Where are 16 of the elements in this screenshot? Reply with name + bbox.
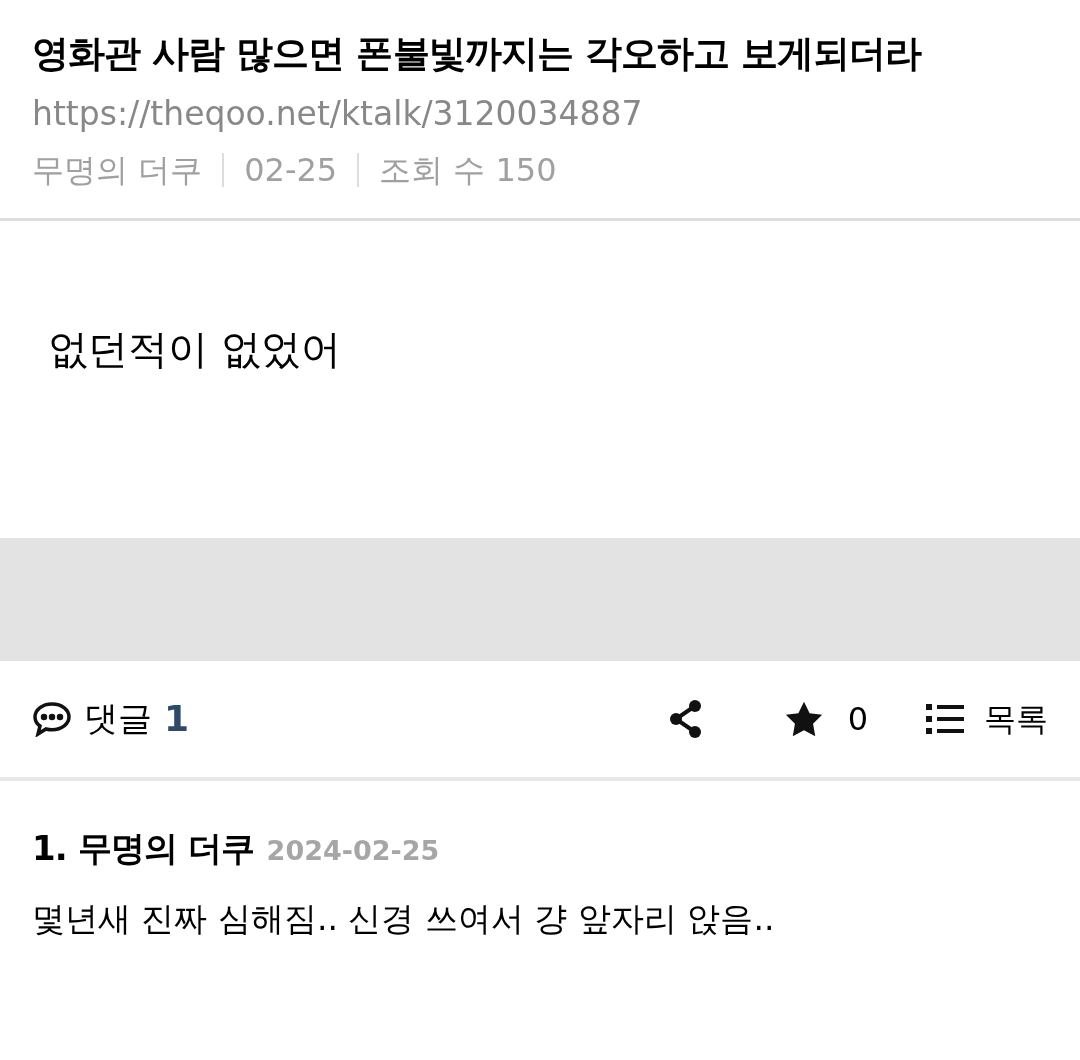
share-icon[interactable] bbox=[667, 698, 704, 739]
comments-label[interactable]: 댓글 bbox=[84, 693, 152, 745]
comment-icon bbox=[32, 700, 72, 737]
post-meta: 02-25 bbox=[244, 149, 338, 190]
comment-text: 몇년새 진짜 심해짐.. 신경 쓰여서 걍 앞자리 앉음.. bbox=[32, 897, 776, 940]
post-body: 없던적이 없었어 bbox=[48, 324, 342, 374]
list-icon[interactable] bbox=[926, 702, 964, 735]
post-url[interactable]: https://theqoo.net/ktalk/3120034887 bbox=[32, 92, 1048, 134]
post-meta: 무명의 더쿠 bbox=[32, 149, 203, 190]
star-count: 0 bbox=[847, 698, 868, 740]
comment-author: 1. 무명의 더쿠 bbox=[32, 826, 255, 870]
post-meta: 조회 수 150 bbox=[379, 149, 557, 190]
post-title: 영화관 사람 많으면 폰불빛까지는 각오하고 보게되더라 bbox=[32, 31, 923, 77]
comment-date: 2024-02-25 bbox=[266, 833, 440, 868]
comments-count[interactable]: 1 bbox=[164, 691, 190, 746]
list-link[interactable]: 목록 bbox=[984, 694, 1048, 743]
